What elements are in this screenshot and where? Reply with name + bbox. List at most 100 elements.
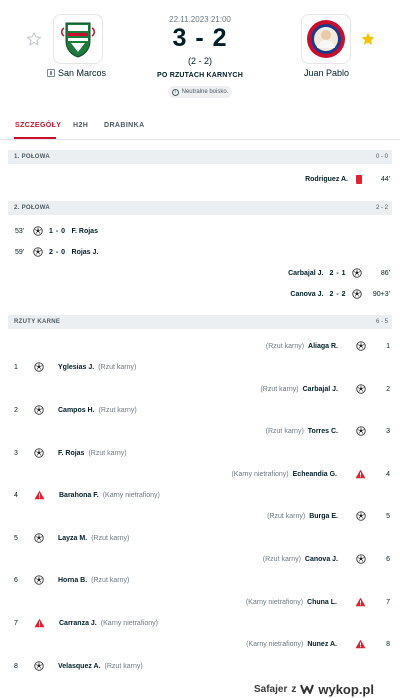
event-player[interactable]: F. Rojas (72, 228, 98, 235)
penalty-player[interactable]: Echeandia G. (293, 471, 337, 478)
penalty-player[interactable]: Carbajal J. (303, 386, 338, 393)
penalties-score: 6 - 5 (375, 319, 388, 325)
missed-icon (355, 639, 366, 649)
penalty-row: (Karny nietrafiony) Chuna L. 7 (246, 595, 390, 609)
watermark-z: z (291, 683, 297, 695)
event-score: 1 - 0 (49, 227, 66, 235)
penalty-row: 4 Barahona F. (Karny nietrafiony) (14, 488, 160, 502)
juan-pablo-crest-icon (307, 20, 345, 58)
penalty-note: (Karny nietrafiony) (246, 640, 304, 648)
penalty-player[interactable]: Chuna L. (307, 599, 337, 606)
penalty-number: 1 (14, 363, 18, 371)
watermark: Safajer z wykop.pl (254, 680, 400, 698)
second-half-header: 2. POŁOWA 2 - 2 (8, 201, 392, 215)
penalty-note: (Karny nietrafiony) (102, 491, 160, 499)
tab-szczegoly[interactable]: SZCZEGÓŁY (15, 122, 61, 129)
second-half-score: 2 - 2 (375, 205, 388, 211)
penalty-player[interactable]: Nunez A. (307, 641, 337, 648)
event-score: 2 - 0 (49, 248, 66, 256)
penalty-number: 4 (14, 491, 18, 499)
penalty-player[interactable]: Torres C. (308, 428, 338, 435)
ball-icon (356, 341, 366, 351)
star-filled-icon[interactable] (360, 31, 376, 47)
penalty-player[interactable]: Burga E. (309, 513, 338, 520)
penalty-row: 8 Velasquez A. (Rzut karny) (14, 659, 143, 673)
event-minute: 44' (380, 175, 390, 183)
penalty-number: 6 (14, 576, 18, 584)
penalty-player[interactable]: Canova J. (305, 556, 338, 563)
active-tab-indicator (14, 137, 56, 139)
event-player[interactable]: Canova J. (290, 291, 323, 298)
neutral-venue-badge: i Neutralne boisko. (168, 86, 232, 98)
penalty-note: (Rzut karny) (262, 555, 301, 563)
match-tabs: SZCZEGÓŁY H2H DRABINKA (0, 118, 400, 140)
penalty-note: (Rzut karny) (91, 576, 130, 584)
penalty-note: (Rzut karny) (265, 342, 305, 350)
penalty-row: 1 Yglesias J. (Rzut karny) (14, 360, 136, 374)
red-card-icon (356, 174, 362, 184)
penalty-player[interactable]: Yglesias J. (58, 364, 94, 371)
missed-icon (355, 469, 366, 479)
penalty-note: (Rzut karny) (265, 427, 304, 435)
penalty-player[interactable]: Horna B. (58, 577, 87, 584)
penalty-number: 8 (386, 640, 390, 648)
penalty-number: 8 (14, 662, 18, 670)
event-score: 2 - 2 (329, 290, 346, 298)
ball-icon (34, 533, 44, 543)
ball-icon (356, 554, 366, 564)
ball-icon (34, 661, 44, 671)
ball-icon (33, 247, 43, 257)
penalty-number: 7 (386, 598, 390, 606)
penalty-number: 3 (386, 427, 390, 435)
penalty-player[interactable]: F. Rojas (58, 450, 84, 457)
ball-icon (356, 384, 366, 394)
penalty-player[interactable]: Barahona F. (59, 492, 99, 499)
event-player[interactable]: Rojas J. (72, 249, 99, 256)
event-row: Canova J. 2 - 2 90+3' (290, 287, 390, 301)
event-player[interactable]: Rodriguez A. (305, 176, 348, 183)
away-team-name[interactable]: Juan Pablo (304, 68, 349, 78)
ball-icon (34, 448, 44, 458)
penalty-note: (Rzut karny) (267, 512, 306, 520)
event-minute: 53' (15, 227, 25, 235)
penalty-number: 7 (14, 619, 18, 627)
penalty-player[interactable]: Layza M. (58, 535, 87, 542)
penalty-number: 2 (14, 406, 18, 414)
tab-drabinka[interactable]: DRABINKA (104, 122, 145, 129)
event-minute: 86' (380, 269, 390, 277)
event-minute: 90+3' (372, 290, 390, 298)
penalty-note: (Rzut karny) (260, 385, 299, 393)
tab-h2h[interactable]: H2H (73, 122, 88, 129)
match-header: San Marcos 22.11.2023 21:00 3 - 2 (2 - 2… (0, 0, 400, 104)
penalty-row: (Rzut karny) Carbajal J. 2 (260, 382, 390, 396)
penalty-number: 2 (386, 385, 390, 393)
event-minute: 59' (15, 248, 25, 256)
ball-icon (34, 362, 44, 372)
penalty-note: (Karny nietrafiony) (245, 598, 304, 606)
watermark-user: Safajer (254, 683, 288, 695)
missed-icon (355, 597, 366, 607)
penalty-number: 6 (386, 555, 390, 563)
ball-icon (352, 289, 362, 299)
first-half-header: 1. POŁOWA 0 - 0 (8, 150, 392, 164)
penalties-title: RZUTY KARNE (14, 319, 61, 325)
penalty-player[interactable]: Aliaga R. (308, 343, 338, 350)
penalty-row: 6 Horna B. (Rzut karny) (14, 573, 129, 587)
penalty-row: 3 F. Rojas (Rzut karny) (14, 446, 127, 460)
event-player[interactable]: Carbajal J. (288, 270, 323, 277)
event-row: 53' 1 - 0 F. Rojas (15, 224, 98, 238)
penalty-player[interactable]: Velasquez A. (58, 663, 101, 670)
event-score: 2 - 1 (329, 269, 346, 277)
penalty-player[interactable]: Carranza J. (59, 620, 97, 627)
neutral-venue-text: Neutralne boisko. (181, 89, 229, 95)
penalty-row: (Rzut karny) Canova J. 6 (263, 552, 390, 566)
away-team-logo[interactable] (301, 14, 351, 64)
watermark-site: wykop.pl (318, 681, 374, 697)
penalty-note: (Rzut karny) (91, 534, 130, 542)
penalty-number: 4 (386, 470, 390, 478)
event-row: Rodriguez A. 44' (305, 172, 390, 186)
ball-icon (34, 575, 44, 585)
penalty-player[interactable]: Campos H. (58, 407, 95, 414)
penalty-number: 5 (14, 534, 18, 542)
penalty-note: (Rzut karny) (98, 363, 137, 371)
